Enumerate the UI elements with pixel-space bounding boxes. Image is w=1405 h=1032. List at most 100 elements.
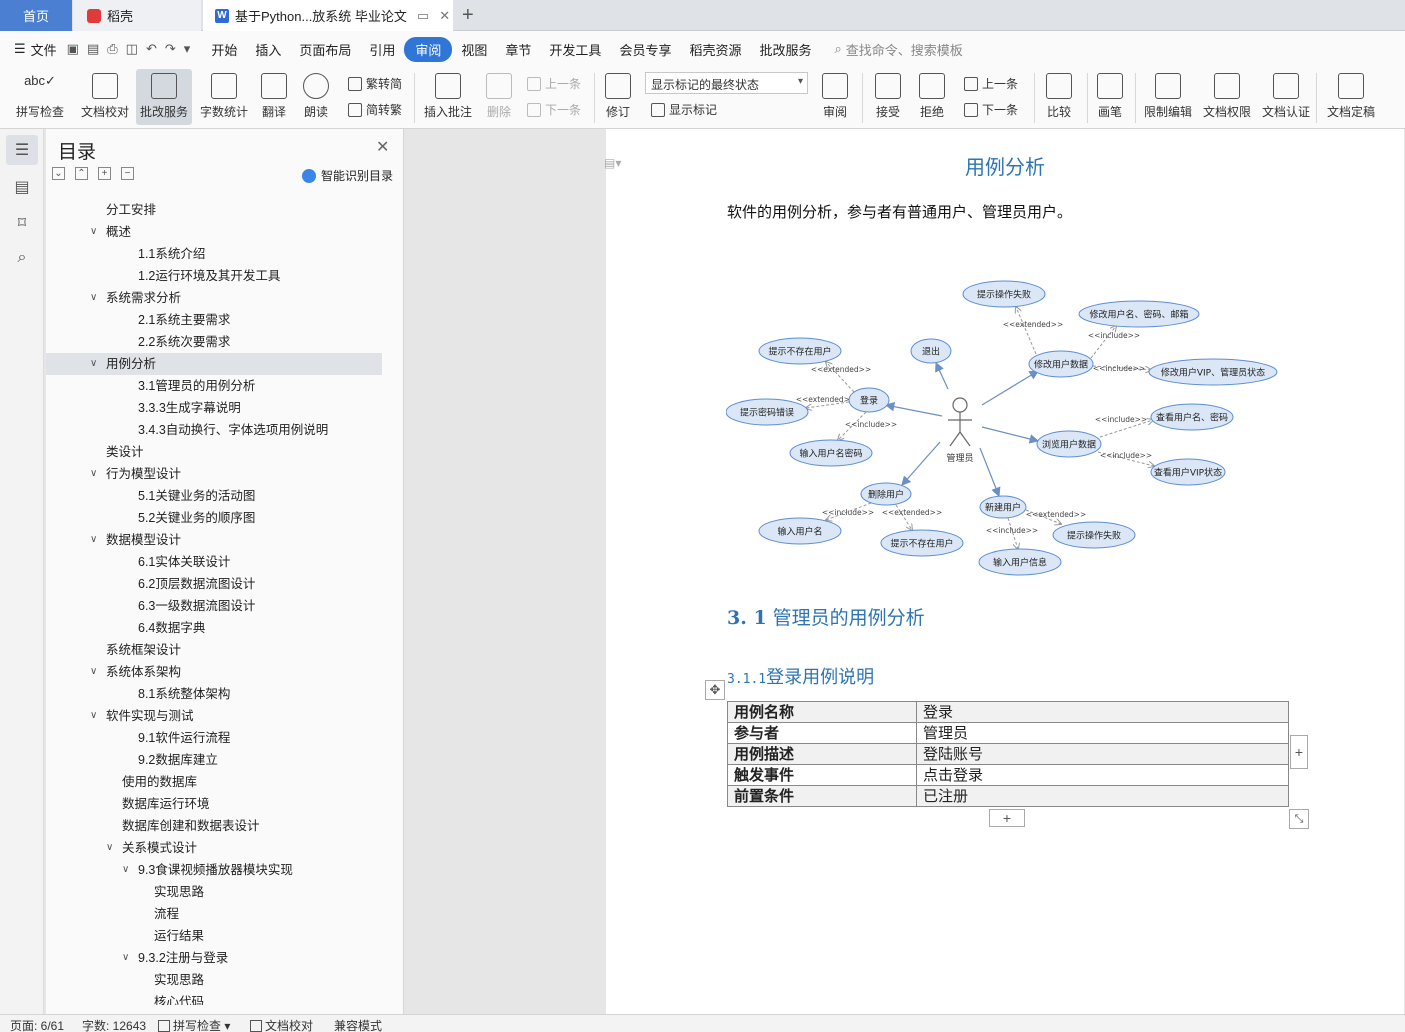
next-comment-button[interactable]: 下一条 bbox=[527, 101, 581, 118]
toc-item[interactable]: 9.1软件运行流程 bbox=[46, 727, 382, 749]
menu-reference[interactable]: 引用 bbox=[360, 40, 404, 59]
toc-item[interactable]: 数据库创建和数据表设计 bbox=[46, 815, 382, 837]
toc-item[interactable]: 使用的数据库 bbox=[46, 771, 382, 793]
print-preview-icon[interactable]: ◫ bbox=[126, 41, 138, 57]
chevron-down-icon[interactable]: ∨ bbox=[90, 287, 97, 309]
menu-start[interactable]: 开始 bbox=[202, 40, 246, 59]
command-search[interactable]: ⌕ 查找命令、搜索模板 bbox=[834, 40, 962, 59]
add-row-button[interactable]: + bbox=[989, 809, 1025, 827]
toc-item[interactable]: 3.1管理员的用例分析 bbox=[46, 375, 382, 397]
toc-item[interactable]: ∨ 软件实现与测试 bbox=[46, 705, 382, 727]
add-column-button[interactable]: + bbox=[1290, 735, 1308, 769]
toc-item[interactable]: 系统框架设计 bbox=[46, 639, 382, 661]
toc-item[interactable]: 类设计 bbox=[46, 441, 382, 463]
table-value-cell[interactable]: 登录 bbox=[916, 701, 1289, 723]
menu-dev-tools[interactable]: 开发工具 bbox=[540, 40, 610, 59]
review-button[interactable]: 审阅 bbox=[814, 69, 856, 125]
table-value-cell[interactable]: 管理员 bbox=[916, 722, 1289, 744]
customize-icon[interactable]: ▾ bbox=[184, 41, 191, 57]
toc-panel-icon[interactable]: ☰ bbox=[6, 135, 38, 165]
prev-change-button[interactable]: 上一条 bbox=[964, 75, 1018, 92]
toc-item[interactable]: 3.4.3自动换行、字体选项用例说明 bbox=[46, 419, 382, 441]
screen-icon[interactable]: ▭ bbox=[417, 8, 429, 24]
toc-item[interactable]: 6.2顶层数据流图设计 bbox=[46, 573, 382, 595]
menu-insert[interactable]: 插入 bbox=[246, 40, 290, 59]
table-value-cell[interactable]: 点击登录 bbox=[916, 764, 1289, 786]
redo-icon[interactable]: ↷ bbox=[165, 41, 176, 57]
menu-review[interactable]: 审阅 bbox=[404, 36, 453, 62]
toc-item[interactable]: ∨ 系统体系架构 bbox=[46, 661, 382, 683]
menu-page-layout[interactable]: 页面布局 bbox=[290, 40, 360, 59]
chevron-down-icon[interactable]: ∨ bbox=[122, 859, 129, 881]
close-icon[interactable]: ✕ bbox=[439, 8, 450, 24]
close-icon[interactable]: ✕ bbox=[376, 137, 389, 157]
tab-daoke[interactable]: 稻壳 bbox=[73, 0, 201, 31]
toc-item[interactable]: 6.3一级数据流图设计 bbox=[46, 595, 382, 617]
toc-item[interactable]: ∨ 9.3.2注册与登录 bbox=[46, 947, 382, 969]
collapse-all-icon[interactable]: ⌃ bbox=[75, 167, 88, 180]
table-key-cell[interactable]: 用例名称 bbox=[727, 701, 917, 723]
doc-proof-button[interactable]: 文档校对 bbox=[76, 69, 134, 125]
chevron-down-icon[interactable]: ∨ bbox=[90, 353, 97, 375]
table-value-cell[interactable]: 登陆账号 bbox=[916, 743, 1289, 765]
minus-icon[interactable]: − bbox=[121, 167, 134, 180]
chevron-down-icon[interactable]: ∨ bbox=[90, 705, 97, 727]
trad-to-simp-button[interactable]: 繁转简 bbox=[348, 75, 402, 92]
toc-item[interactable]: ∨ 行为模型设计 bbox=[46, 463, 382, 485]
toc-item[interactable]: ∨ 概述 bbox=[46, 221, 382, 243]
simp-to-trad-button[interactable]: 简转繁 bbox=[348, 101, 402, 118]
print-icon[interactable]: ⎙ bbox=[107, 41, 117, 57]
toc-item[interactable]: 实现思路 bbox=[46, 881, 382, 903]
toc-item[interactable]: 实现思路 bbox=[46, 969, 382, 991]
tab-document[interactable]: W 基于Python...放系统 毕业论文 ▭ ✕ bbox=[203, 0, 453, 31]
revise-button[interactable]: 修订 bbox=[599, 69, 637, 125]
toc-item[interactable]: ∨ 关系模式设计 bbox=[46, 837, 382, 859]
insert-comment-button[interactable]: 插入批注 bbox=[420, 69, 476, 125]
table-resize-handle[interactable]: ⤡ bbox=[1289, 809, 1309, 829]
bookmark-icon[interactable]: ⌑ bbox=[12, 213, 32, 233]
document-page[interactable]: ▤▾ 用例分析 软件的用例分析，参与者有普通用户、管理员用户。 <<extend… bbox=[604, 129, 1404, 1014]
word-count-button[interactable]: 字数统计 bbox=[196, 69, 252, 125]
table-key-cell[interactable]: 用例描述 bbox=[727, 743, 917, 765]
toc-item[interactable]: 8.1系统整体架构 bbox=[46, 683, 382, 705]
plus-icon[interactable]: + bbox=[98, 167, 111, 180]
doc-finalize-button[interactable]: 文档定稿 bbox=[1320, 69, 1382, 125]
toc-item[interactable]: 核心代码 bbox=[46, 991, 382, 1005]
chevron-down-icon[interactable]: ∨ bbox=[90, 661, 97, 683]
table-key-cell[interactable]: 前置条件 bbox=[727, 785, 917, 807]
reject-button[interactable]: 拒绝 bbox=[912, 69, 952, 125]
chevron-down-icon[interactable]: ∨ bbox=[90, 463, 97, 485]
page-indicator[interactable]: 页面: 6/61 bbox=[10, 1017, 64, 1032]
toc-item[interactable]: 3.3.3生成字幕说明 bbox=[46, 397, 382, 419]
delete-comment-button[interactable]: 删除 bbox=[480, 69, 518, 125]
prev-comment-button[interactable]: 上一条 bbox=[527, 75, 581, 92]
table-move-handle[interactable]: ✥ bbox=[705, 680, 725, 700]
toc-item[interactable]: ∨ 9.3食课视频播放器模块实现 bbox=[46, 859, 382, 881]
search-icon[interactable]: ⌕ bbox=[12, 249, 32, 269]
toc-item[interactable]: 6.4数据字典 bbox=[46, 617, 382, 639]
tab-home[interactable]: 首页 bbox=[0, 0, 72, 31]
toc-item[interactable]: 流程 bbox=[46, 903, 382, 925]
menu-chapter[interactable]: 章节 bbox=[496, 40, 540, 59]
menu-view[interactable]: 视图 bbox=[452, 40, 496, 59]
toc-item[interactable]: 1.1系统介绍 bbox=[46, 243, 382, 265]
pen-button[interactable]: 画笔 bbox=[1092, 69, 1128, 125]
toc-item[interactable]: 分工安排 bbox=[46, 199, 382, 221]
toc-item[interactable]: 2.1系统主要需求 bbox=[46, 309, 382, 331]
undo-icon[interactable]: ↶ bbox=[146, 41, 157, 57]
chevron-down-icon[interactable]: ∨ bbox=[106, 837, 113, 859]
toc-item[interactable]: 5.1关键业务的活动图 bbox=[46, 485, 382, 507]
toc-item[interactable]: ∨ 数据模型设计 bbox=[46, 529, 382, 551]
spell-check-button[interactable]: abc✓ 拼写检查 bbox=[8, 69, 72, 125]
smart-toc-button[interactable]: 智能识别目录 bbox=[302, 167, 393, 184]
read-aloud-button[interactable]: 朗读 bbox=[298, 69, 334, 125]
chevron-down-icon[interactable]: ∨ bbox=[90, 529, 97, 551]
file-menu[interactable]: ☰ 文件 bbox=[14, 40, 57, 59]
toc-item[interactable]: 9.2数据库建立 bbox=[46, 749, 382, 771]
chapter-nav-icon[interactable]: ▤ bbox=[12, 177, 32, 197]
markup-state-select[interactable]: 显示标记的最终状态 bbox=[645, 72, 808, 94]
table-key-cell[interactable]: 触发事件 bbox=[727, 764, 917, 786]
next-change-button[interactable]: 下一条 bbox=[964, 101, 1018, 118]
table-key-cell[interactable]: 参与者 bbox=[727, 722, 917, 744]
compare-button[interactable]: 比较 bbox=[1038, 69, 1080, 125]
